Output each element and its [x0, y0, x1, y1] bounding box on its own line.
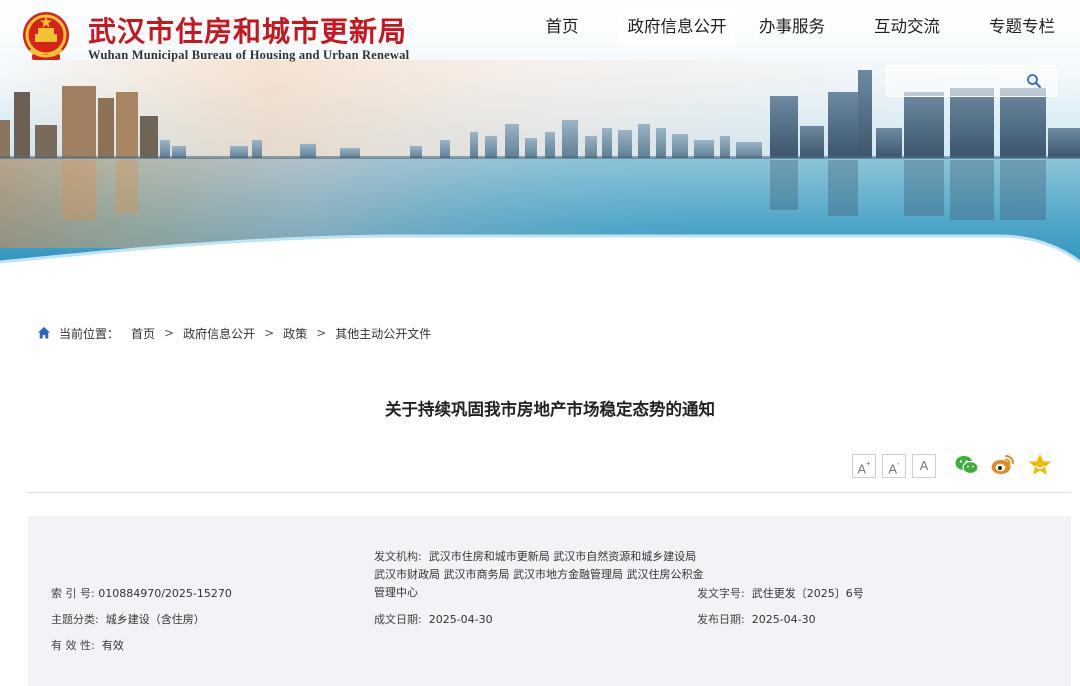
document-meta-panel: 发文机构: 武汉市住房和城市更新局 武汉市自然资源和城乡建设局 武汉市财政局 武…	[28, 516, 1071, 686]
meta-published-label: 发布日期:	[697, 613, 745, 626]
nav-item-home[interactable]: 首页	[536, 8, 588, 46]
breadcrumb-separator: >	[316, 326, 327, 340]
header-banner: 武汉市住房和城市更新局 Wuhan Municipal Bureau of Ho…	[0, 0, 1080, 290]
meta-validity-value: 有效	[101, 639, 124, 652]
font-size-reset-button[interactable]: A	[912, 454, 936, 478]
font-increase-letter: A	[857, 461, 866, 477]
meta-document-number: 发文字号: 武住更发〔2025〕6号	[697, 585, 864, 601]
favorite-star-icon[interactable]	[1027, 452, 1053, 478]
font-increase-mark: +	[866, 459, 871, 468]
font-size-increase-button[interactable]: A+	[852, 454, 876, 478]
meta-index-number: 索 引 号: 010884970/2025-15270	[51, 585, 232, 601]
search-icon[interactable]	[1026, 73, 1042, 89]
article-title: 关于持续巩固我市房地产市场稳定态势的通知	[385, 400, 715, 419]
meta-topic-label: 主题分类:	[51, 613, 99, 626]
meta-created-label: 成文日期:	[374, 613, 422, 626]
wechat-icon[interactable]	[954, 452, 980, 478]
font-decrease-letter: A	[888, 461, 897, 477]
breadcrumb-link-other-files[interactable]: 其他主动公开文件	[335, 325, 431, 342]
meta-validity-label: 有 效 性:	[51, 639, 95, 652]
search-input[interactable]	[893, 70, 1023, 92]
main-navigation: 首页 政府信息公开 办事服务 互动交流 专题专栏	[0, 8, 1080, 46]
breadcrumb: 当前位置： 首页 > 政府信息公开 > 政策 > 其他主动公开文件	[37, 323, 431, 343]
font-decrease-mark: -	[897, 459, 900, 468]
breadcrumb-link-policy[interactable]: 政策	[283, 325, 307, 342]
meta-issuer-label: 发文机构:	[374, 550, 422, 563]
nav-item-gov-info[interactable]: 政府信息公开	[619, 8, 735, 46]
meta-validity: 有 效 性: 有效	[51, 637, 124, 653]
home-icon	[38, 327, 50, 339]
breadcrumb-prefix: 当前位置：	[59, 326, 120, 341]
nav-item-services[interactable]: 办事服务	[752, 8, 832, 46]
breadcrumb-link-home[interactable]: 首页	[131, 325, 155, 342]
meta-published-date: 发布日期: 2025-04-30	[697, 611, 816, 627]
breadcrumb-separator: >	[264, 326, 275, 340]
nav-item-interaction[interactable]: 互动交流	[867, 8, 947, 46]
breadcrumb-separator: >	[164, 326, 175, 340]
meta-index-value: 010884970/2025-15270	[98, 587, 232, 600]
meta-topic-value: 城乡建设（含住房）	[105, 613, 205, 626]
meta-created-value: 2025-04-30	[428, 613, 493, 626]
breadcrumb-link-gov-info[interactable]: 政府信息公开	[183, 325, 255, 342]
meta-published-value: 2025-04-30	[751, 613, 816, 626]
site-subtitle: Wuhan Municipal Bureau of Housing and Ur…	[88, 48, 410, 62]
font-size-decrease-button[interactable]: A-	[882, 454, 906, 478]
meta-doc-no-label: 发文字号:	[697, 587, 745, 600]
search-box	[886, 65, 1057, 97]
weibo-icon[interactable]	[990, 452, 1016, 478]
meta-doc-no-value: 武住更发〔2025〕6号	[751, 587, 864, 600]
meta-issuer: 发文机构: 武汉市住房和城市更新局 武汉市自然资源和城乡建设局 武汉市财政局 武…	[374, 548, 704, 602]
meta-topic: 主题分类: 城乡建设（含住房）	[51, 611, 205, 627]
meta-created-date: 成文日期: 2025-04-30	[374, 611, 493, 627]
meta-issuer-line1: 武汉市住房和城市更新局 武汉市自然资源和城乡建设局	[428, 550, 697, 563]
meta-issuer-line3: 管理中心	[374, 586, 418, 599]
nav-item-special-topics[interactable]: 专题专栏	[982, 8, 1062, 46]
title-divider	[28, 492, 1071, 493]
meta-index-label: 索 引 号:	[51, 587, 95, 600]
meta-issuer-line2: 武汉市财政局 武汉市商务局 武汉市地方金融管理局 武汉住房公积金	[374, 568, 704, 581]
